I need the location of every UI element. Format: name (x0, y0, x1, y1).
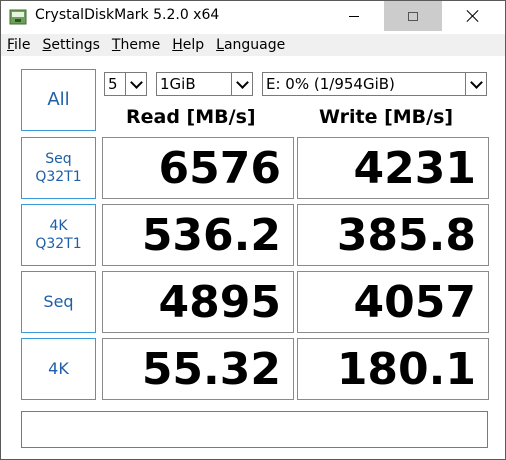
disk-icon (9, 8, 27, 26)
maximize-button[interactable] (384, 1, 442, 31)
title-bar[interactable]: CrystalDiskMark 5.2.0 x64 (1, 1, 505, 33)
maximize-icon (408, 11, 418, 21)
run-all-button[interactable]: All (21, 69, 96, 131)
4k-button[interactable]: 4K (21, 338, 96, 400)
seq-write-value: 4057 (297, 271, 489, 333)
write-column-header: Write [MB/s] (319, 106, 454, 128)
test-size-value: 1GiB (160, 75, 196, 93)
4k-q32t1-button[interactable]: 4K Q32T1 (21, 204, 96, 266)
seq-q32t1-read-value: 6576 (102, 137, 294, 199)
4k-q32t1-write-value: 385.8 (297, 204, 489, 266)
seq-read-value: 4895 (102, 271, 294, 333)
test-count-select[interactable]: 5 (104, 72, 147, 96)
4k-q32t1-label-line2: Q32T1 (35, 236, 82, 252)
menu-file-mnemonic: F (7, 37, 15, 53)
chevron-down-icon (125, 73, 146, 95)
seq-button[interactable]: Seq (21, 271, 96, 333)
4k-label: 4K (48, 358, 69, 378)
drive-value: E: 0% (1/954GiB) (266, 75, 395, 93)
read-column-header: Read [MB/s] (126, 106, 256, 128)
menu-theme[interactable]: Theme (106, 37, 166, 53)
menu-help-mnemonic: H (172, 37, 183, 53)
menu-settings-mnemonic: S (42, 37, 52, 53)
4k-read-value: 55.32 (102, 338, 294, 400)
chevron-down-icon (231, 73, 252, 95)
test-size-select[interactable]: 1GiB (156, 72, 253, 96)
chevron-down-icon (465, 73, 486, 95)
test-count-value: 5 (108, 75, 118, 93)
minimize-button[interactable] (326, 1, 382, 31)
seq-q32t1-label-line1: Seq (45, 150, 72, 167)
main-panel: All 5 1GiB E: 0% (1/954GiB) Read [MB/s] … (1, 56, 505, 458)
menu-file-label: ile (14, 37, 31, 53)
menu-language-mnemonic: L (216, 37, 224, 53)
menu-language[interactable]: Language (210, 37, 291, 53)
seq-label: Seq (43, 291, 74, 311)
menu-file[interactable]: File (1, 37, 36, 53)
close-button[interactable] (444, 1, 502, 31)
menu-theme-label: heme (120, 37, 161, 53)
seq-q32t1-write-value: 4231 (297, 137, 489, 199)
menu-settings[interactable]: Settings (36, 37, 105, 53)
comment-field[interactable] (21, 411, 488, 448)
seq-q32t1-label-line2: Q32T1 (35, 169, 82, 185)
app-window: CrystalDiskMark 5.2.0 x64 File Settings … (0, 0, 506, 460)
minimize-icon (349, 15, 359, 17)
close-icon (467, 10, 479, 22)
menu-settings-label: ettings (51, 37, 100, 53)
window-title: CrystalDiskMark 5.2.0 x64 (35, 7, 220, 23)
4k-q32t1-read-value: 536.2 (102, 204, 294, 266)
seq-q32t1-button[interactable]: Seq Q32T1 (21, 137, 96, 199)
drive-select[interactable]: E: 0% (1/954GiB) (262, 72, 487, 96)
menu-help[interactable]: Help (166, 37, 210, 53)
menu-bar: File Settings Theme Help Language (1, 34, 505, 56)
menu-language-label: anguage (223, 37, 286, 53)
4k-write-value: 180.1 (297, 338, 489, 400)
4k-q32t1-label-line1: 4K (49, 217, 68, 234)
menu-help-label: elp (182, 37, 205, 53)
